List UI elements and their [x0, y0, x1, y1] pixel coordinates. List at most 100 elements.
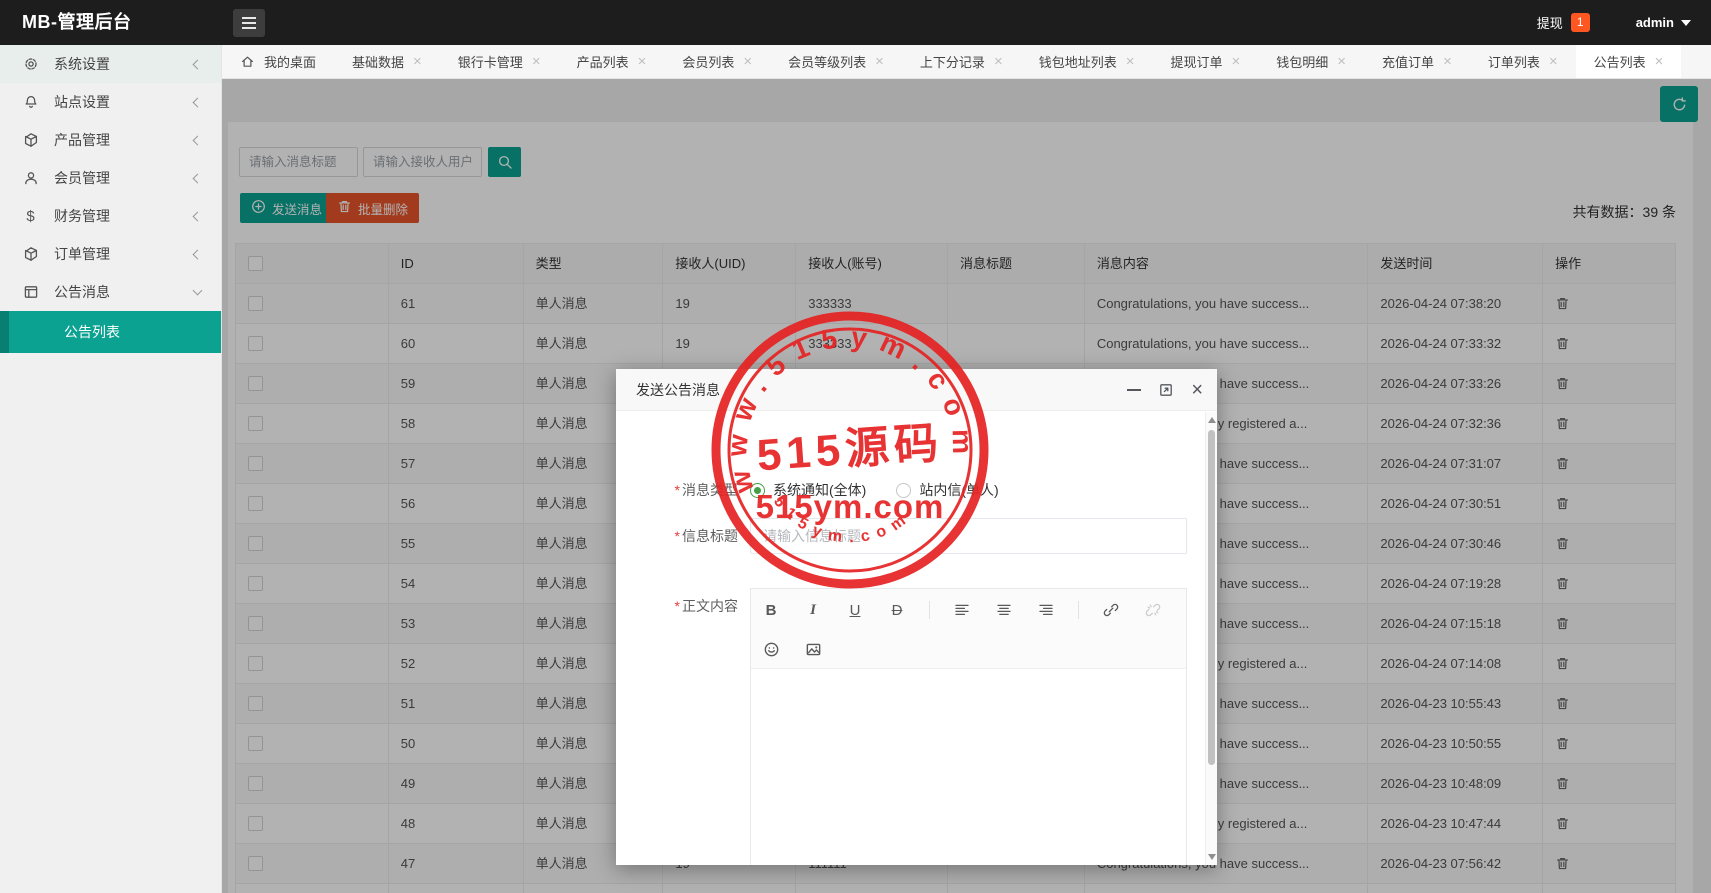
tab-label: 订单列表 [1488, 52, 1540, 71]
bold-icon[interactable]: B [761, 602, 781, 619]
tab-label: 提现订单 [1170, 52, 1222, 71]
tab-close-icon[interactable]: × [875, 54, 884, 69]
sidebar-item-label: 会员管理 [54, 168, 110, 188]
sidebar-item[interactable]: 站点设置 [0, 83, 221, 121]
tab-close-icon[interactable]: × [1337, 54, 1346, 69]
tab-close-icon[interactable]: × [1549, 54, 1558, 69]
align-left-icon[interactable] [952, 602, 972, 618]
sidebar-item[interactable]: 订单管理 [0, 235, 221, 273]
tab-item[interactable]: 会员列表× [664, 45, 770, 78]
sidebar-item-label: 站点设置 [54, 92, 110, 112]
sidebar-item-label: 产品管理 [54, 130, 110, 150]
tab-item[interactable]: 上下分记录× [902, 45, 1021, 78]
editor-toolbar-row1: BIUD [751, 589, 1186, 631]
radio-icon[interactable] [750, 483, 765, 498]
home-icon [240, 54, 255, 69]
sidebar-item[interactable]: 公告消息 [0, 273, 221, 311]
message-title-input[interactable] [750, 518, 1187, 554]
sidebar-subitem[interactable]: 公告列表 [0, 311, 221, 353]
caret-down-icon [1681, 20, 1691, 26]
cube-icon [22, 132, 39, 148]
tab-label: 充值订单 [1382, 52, 1434, 71]
sidebar-item[interactable]: $财务管理 [0, 197, 221, 235]
tab-label: 产品列表 [577, 52, 629, 71]
list-icon [22, 284, 39, 300]
minimize-icon[interactable] [1127, 389, 1141, 391]
underline-icon[interactable]: U [845, 602, 865, 619]
align-right-icon[interactable] [1036, 602, 1056, 618]
tab-item[interactable]: 订单列表 × [1470, 45, 1576, 78]
tab-label: 会员等级列表 [788, 52, 866, 71]
scroll-up-icon[interactable] [1208, 417, 1216, 423]
user-icon [22, 170, 39, 186]
chevron-left-icon [193, 97, 203, 107]
editor-content-area[interactable] [751, 669, 1186, 865]
message-type-label: *消息类型 [616, 472, 738, 508]
link-icon[interactable] [1101, 602, 1121, 618]
tab-item[interactable]: 银行卡管理 × [440, 45, 559, 78]
sidebar-item-label: 订单管理 [54, 244, 110, 264]
message-type-radio-group: 系统通知(全体) 站内信(单人) [750, 472, 1187, 508]
chevron-down-icon [193, 286, 203, 296]
modal-titlebar: 发送公告消息 × [616, 369, 1217, 411]
tab-label: 公告列表 [1594, 52, 1646, 71]
chevron-left-icon [193, 59, 203, 69]
toolbar-separator [1078, 601, 1079, 619]
strikethrough-icon[interactable]: D [887, 602, 907, 619]
gear-icon [22, 56, 39, 72]
app-title: MB-管理后台 [22, 0, 132, 45]
tab-item[interactable]: 基础数据× [334, 45, 440, 78]
sidebar-item[interactable]: 系统设置 [0, 45, 221, 83]
tab-close-icon[interactable]: × [1655, 54, 1664, 69]
tab-item[interactable]: 产品列表 × [559, 45, 665, 78]
radio-icon[interactable] [896, 483, 911, 498]
tab-label: 银行卡管理 [458, 52, 523, 71]
tab-item[interactable]: 公告列表 × [1576, 45, 1682, 78]
tab-item[interactable]: 会员等级列表 × [770, 45, 902, 78]
scrollbar-thumb[interactable] [1208, 430, 1215, 765]
align-center-icon[interactable] [994, 602, 1014, 618]
tab-item[interactable]: 钱包明细 × [1258, 45, 1364, 78]
user-menu[interactable]: admin [1636, 15, 1691, 30]
tab-close-icon[interactable]: × [638, 54, 647, 69]
sidebar-item-label: 系统设置 [54, 54, 110, 74]
scroll-down-icon[interactable] [1208, 854, 1216, 860]
tab-close-icon[interactable]: × [1443, 54, 1452, 69]
tab-label: 我的桌面 [264, 52, 316, 71]
tab-label: 钱包明细 [1276, 52, 1328, 71]
withdraw-link[interactable]: 提现 [1537, 13, 1563, 32]
tab-item[interactable]: 充值订单 × [1364, 45, 1470, 78]
tab-item[interactable]: 我的桌面 [222, 45, 334, 78]
radio-option[interactable]: 站内信(单人) [896, 472, 998, 508]
tab-close-icon[interactable]: × [532, 54, 541, 69]
image-icon[interactable] [803, 641, 823, 658]
editor-toolbar-row2 [751, 631, 1186, 669]
radio-label: 系统通知(全体) [773, 472, 866, 508]
tab-item[interactable]: 提现订单 × [1152, 45, 1258, 78]
sidebar-item-label: 公告消息 [54, 282, 110, 302]
withdraw-badge[interactable]: 1 [1571, 13, 1590, 32]
unlink-icon [1143, 602, 1163, 618]
message-title-label: *信息标题 [616, 518, 738, 554]
sidebar: 系统设置站点设置产品管理会员管理 $财务管理订单管理公告消息公告列表 [0, 45, 222, 893]
dollar-icon: $ [22, 209, 39, 224]
emoji-icon[interactable] [761, 641, 781, 658]
modal-scrollbar[interactable] [1205, 412, 1217, 865]
tab-close-icon[interactable]: × [1232, 54, 1241, 69]
tab-close-icon[interactable]: × [413, 54, 422, 69]
sidebar-item[interactable]: 产品管理 [0, 121, 221, 159]
tab-close-icon[interactable]: × [743, 54, 752, 69]
chevron-left-icon [193, 173, 203, 183]
maximize-icon[interactable] [1158, 382, 1174, 398]
tab-label: 钱包地址列表 [1039, 52, 1117, 71]
tab-close-icon[interactable]: × [1126, 54, 1135, 69]
bell-icon [22, 94, 39, 110]
radio-option[interactable]: 系统通知(全体) [750, 472, 866, 508]
close-icon[interactable]: × [1191, 380, 1203, 400]
italic-icon[interactable]: I [803, 602, 823, 619]
tab-item[interactable]: 钱包地址列表 × [1021, 45, 1153, 78]
tab-close-icon[interactable]: × [994, 54, 1003, 69]
radio-label: 站内信(单人) [919, 472, 998, 508]
menu-toggle-button[interactable] [233, 9, 265, 37]
sidebar-item[interactable]: 会员管理 [0, 159, 221, 197]
